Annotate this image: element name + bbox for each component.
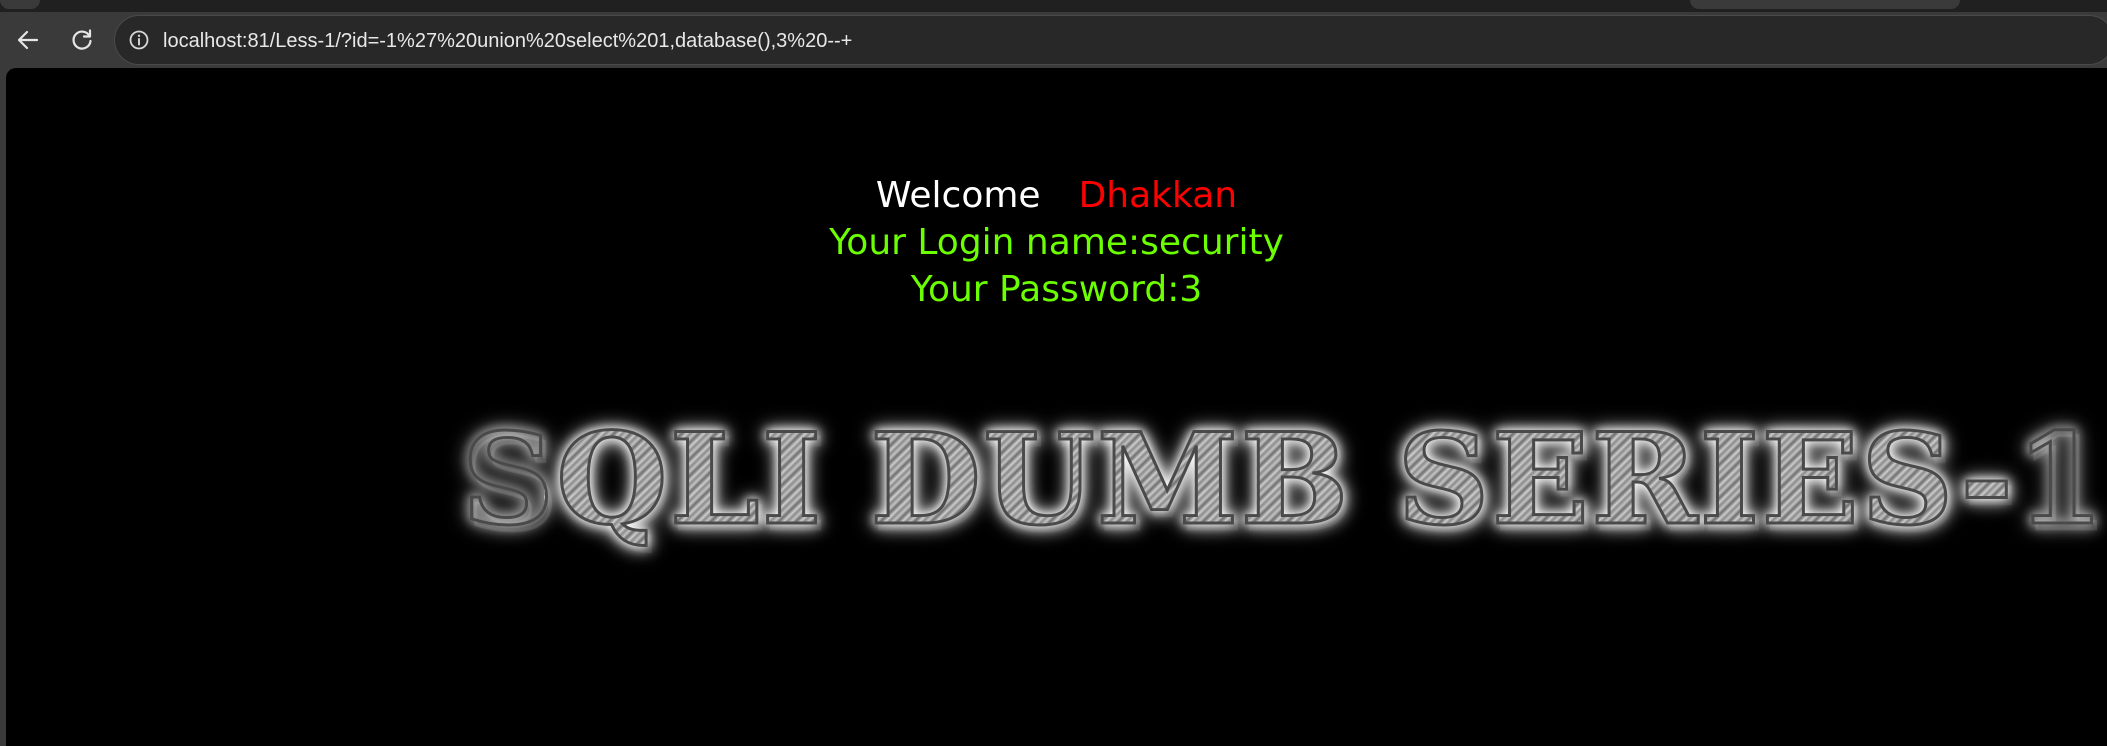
welcome-line: Welcome Dhakkan: [6, 172, 2107, 219]
page-viewport: Welcome Dhakkan Your Login name:security …: [6, 68, 2107, 746]
url-text[interactable]: localhost:81/Less-1/?id=-1%27%20union%20…: [163, 28, 852, 54]
arrow-left-icon: [15, 27, 41, 53]
reload-button[interactable]: [62, 20, 102, 60]
info-circle-icon[interactable]: [127, 28, 151, 52]
banner-title: SQLI DUMB SERIES-1: [460, 405, 2107, 555]
login-result: Welcome Dhakkan Your Login name:security …: [6, 172, 2107, 313]
back-button[interactable]: [8, 20, 48, 60]
login-name-text: Your Login name:security: [829, 222, 1284, 263]
tab-edge-left[interactable]: [0, 0, 40, 9]
tab-edge-right[interactable]: [1690, 0, 1960, 9]
welcome-name: Dhakkan: [1078, 175, 1238, 216]
browser-toolbar: localhost:81/Less-1/?id=-1%27%20union%20…: [0, 12, 2107, 68]
reload-icon: [69, 27, 95, 53]
welcome-label: Welcome: [875, 175, 1041, 216]
address-bar[interactable]: localhost:81/Less-1/?id=-1%27%20union%20…: [114, 15, 2107, 65]
password-text: Your Password:3: [910, 269, 1203, 310]
browser-tab-strip: [0, 0, 2107, 12]
